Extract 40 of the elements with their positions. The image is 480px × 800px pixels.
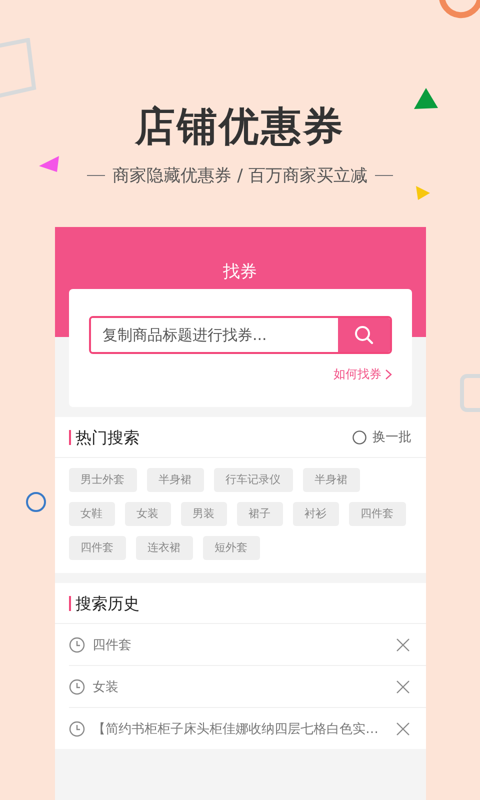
square-outline-icon [458, 372, 480, 414]
page-subtitle: 商家隐藏优惠券 / 百万商家买立减 [112, 165, 368, 187]
screen-title: 找券 [223, 261, 257, 283]
search-tag[interactable]: 男士外套 [68, 468, 136, 492]
section-title: 搜索历史 [68, 596, 140, 610]
search-tag[interactable]: 半身裙 [146, 468, 204, 492]
triangle-icon [414, 88, 438, 110]
close-icon[interactable] [396, 680, 410, 694]
search-tag[interactable]: 女装 [124, 502, 170, 526]
search-tag[interactable]: 男装 [180, 502, 226, 526]
triangle-icon [39, 156, 59, 172]
search-tag[interactable]: 行车记录仪 [214, 468, 292, 492]
refresh-button[interactable]: 换一批 [352, 428, 412, 446]
search-tag[interactable]: 女鞋 [68, 502, 114, 526]
search-tag[interactable]: 四件套 [68, 536, 126, 560]
search-field[interactable]: 复制商品标题进行找券... [88, 316, 392, 354]
close-icon[interactable] [396, 722, 410, 736]
refresh-icon [352, 430, 366, 444]
search-tag[interactable]: 裙子 [236, 502, 282, 526]
history-item[interactable]: 女装 [92, 678, 388, 696]
history-item[interactable]: 四件套 [92, 636, 388, 654]
circle-outline-icon [25, 491, 47, 513]
search-tag[interactable]: 衬衫 [292, 502, 338, 526]
search-tag[interactable]: 四件套 [348, 502, 406, 526]
square-outline-icon [0, 38, 38, 100]
search-tag[interactable]: 连衣裙 [136, 536, 192, 560]
chevron-right-icon [384, 369, 392, 380]
close-icon[interactable] [396, 638, 410, 652]
clock-icon [68, 636, 84, 652]
history-item[interactable]: 【简约书柜柜子床头柜佳娜收纳四层七格白色实… [92, 720, 388, 738]
search-icon [354, 325, 374, 345]
clock-icon [68, 678, 84, 694]
search-button[interactable] [338, 318, 390, 352]
search-tag[interactable]: 半身裙 [302, 468, 360, 492]
search-tag[interactable]: 短外套 [202, 536, 260, 560]
help-link[interactable]: 如何找券 [334, 366, 392, 383]
triangle-icon [416, 186, 430, 200]
page-title: 店铺优惠券 [135, 103, 345, 152]
section-title: 热门搜索 [68, 430, 140, 444]
clock-icon [68, 720, 84, 736]
